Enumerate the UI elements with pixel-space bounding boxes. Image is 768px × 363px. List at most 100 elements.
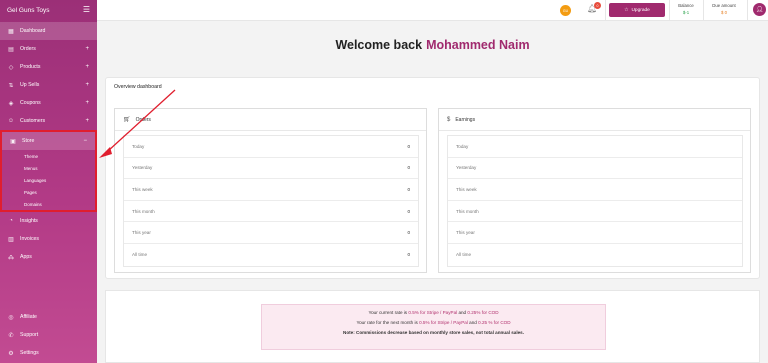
sidebar-item-support[interactable]: ✆ Support xyxy=(0,326,97,344)
earnings-row-label: Yesterday xyxy=(456,165,477,171)
sidebar-item-store[interactable]: ▣ Store − xyxy=(2,132,95,150)
sidebar-item-label: Up Sells xyxy=(20,82,40,88)
commission-info-box: Your current rate is 0.5% for Stripe / P… xyxy=(261,304,606,350)
star-icon: ☆ xyxy=(624,7,629,13)
earnings-row: This week xyxy=(448,179,742,201)
user-initials-avatar[interactable]: GU xyxy=(560,5,571,16)
sidebar-item-insights[interactable]: ◔ Insights xyxy=(0,212,97,230)
earnings-card-header: $ Earnings xyxy=(439,109,750,131)
orders-row-label: This week xyxy=(132,186,153,192)
next-rate-cod: 0.25 % for COD xyxy=(478,320,511,325)
welcome-text: Welcome back xyxy=(335,38,423,52)
hamburger-menu-icon[interactable]: ☰ xyxy=(83,6,90,14)
orders-row: Yesterday 0 xyxy=(124,158,418,180)
invoices-icon: ▥ xyxy=(8,236,14,243)
next-rate-stripe: 0.5% for Stripe / PayPal xyxy=(419,320,468,325)
earnings-row: All time xyxy=(448,244,742,266)
orders-row-value: 0 xyxy=(407,208,410,214)
earnings-row-label: This week xyxy=(456,186,477,192)
expand-plus-icon[interactable]: + xyxy=(85,82,89,88)
sidebar-item-dashboard[interactable]: ▦ Dashboard xyxy=(0,22,97,40)
orders-row: All time 0 xyxy=(124,244,418,266)
orders-row: Today 0 xyxy=(124,136,418,158)
sidebar-item-coupons[interactable]: ◈ Coupons + xyxy=(0,94,97,112)
balance-display: Balance $-1 xyxy=(673,3,699,15)
sidebar-item-label: Settings xyxy=(20,350,39,356)
earnings-stats-list: Today Yesterday This week This month This ye… xyxy=(447,135,743,267)
due-value: $ 0 xyxy=(721,10,727,15)
store-section-highlight: ▣ Store − Theme Menus Languages Pages Domains xyxy=(0,130,97,212)
upgrade-button[interactable]: ☆ Upgrade xyxy=(609,3,665,17)
orders-row-label: This year xyxy=(132,230,151,236)
sidebar-item-label: Affiliate xyxy=(20,314,37,320)
expand-plus-icon[interactable]: + xyxy=(85,100,89,106)
sidebar-item-label: Insights xyxy=(20,218,38,224)
sidebar-item-label: Apps xyxy=(20,254,32,260)
commission-note: Note: Commissions decrease based on mont… xyxy=(343,330,524,335)
affiliate-icon: ◎ xyxy=(8,314,14,321)
balance-value: $-1 xyxy=(682,10,690,15)
sidebar-item-products[interactable]: ◇ Products + xyxy=(0,58,97,76)
dashboard-icon: ▦ xyxy=(8,28,14,35)
sidebar-item-affiliate[interactable]: ◎ Affiliate xyxy=(0,308,97,326)
sidebar-item-apps[interactable]: ⁂ Apps xyxy=(0,248,97,266)
divider xyxy=(703,0,704,21)
divider xyxy=(747,0,748,21)
orders-card: 🛒︎ Orders Today 0 Yesterday 0 This week 0 This… xyxy=(114,108,427,273)
orders-row-value: 0 xyxy=(407,252,410,258)
sidebar-item-customers[interactable]: ☺ Customers + xyxy=(0,112,97,130)
earnings-card: $ Earnings Today Yesterday This week This m… xyxy=(438,108,751,273)
store-subitem-menus[interactable]: Menus xyxy=(2,162,95,174)
welcome-heading: Welcome back Mohammed Naim xyxy=(97,38,768,52)
earnings-row: Yesterday xyxy=(448,158,742,180)
store-subitem-theme[interactable]: Theme xyxy=(2,150,95,162)
sidebar-item-label: Store xyxy=(22,138,35,144)
orders-row-value: 0 xyxy=(407,230,410,236)
orders-row-label: All time xyxy=(132,252,148,258)
sidebar: Gel Guns Toys ☰ ▦ Dashboard ▤ Orders + ◇ Produ… xyxy=(0,0,97,363)
current-rate-and: and xyxy=(458,310,467,315)
apps-icon: ⁂ xyxy=(8,254,14,261)
store-subitem-pages[interactable]: Pages xyxy=(2,186,95,198)
sidebar-item-label: Dashboard xyxy=(20,28,46,34)
expand-plus-icon[interactable]: + xyxy=(85,46,89,52)
next-rate-text: Your rate for the next month is xyxy=(356,320,418,325)
settings-icon: ⚙ xyxy=(8,350,14,357)
orders-row-value: 0 xyxy=(407,143,410,149)
orders-row-label: This month xyxy=(132,208,155,214)
commission-panel: Your current rate is 0.5% for Stripe / P… xyxy=(105,290,760,363)
earnings-row-label: Today xyxy=(456,143,469,149)
sidebar-item-invoices[interactable]: ▥ Invoices xyxy=(0,230,97,248)
customers-icon: ☺ xyxy=(7,118,15,124)
sidebar-item-orders[interactable]: ▤ Orders + xyxy=(0,40,97,58)
due-amount-display: Due amount $ 0 xyxy=(707,3,741,15)
orders-row-value: 0 xyxy=(407,165,410,171)
expand-plus-icon[interactable]: + xyxy=(85,64,89,70)
orders-row: This year 0 xyxy=(124,222,418,244)
next-rate-line: Your rate for the next month is 0.5% for… xyxy=(262,320,605,325)
sidebar-item-label: Orders xyxy=(20,46,36,52)
support-icon: ✆ xyxy=(8,332,14,339)
expand-plus-icon[interactable]: − xyxy=(83,138,87,144)
products-icon: ◇ xyxy=(8,64,14,71)
sidebar-item-up-sells[interactable]: ⇅ Up Sells + xyxy=(0,76,97,94)
due-label: Due amount xyxy=(712,3,736,8)
orders-row: This week 0 xyxy=(124,179,418,201)
earnings-row: This year xyxy=(448,222,742,244)
earnings-row-label: This year xyxy=(456,230,475,236)
orders-row-label: Today xyxy=(132,143,145,149)
store-subitem-languages[interactable]: Languages xyxy=(2,174,95,186)
orders-card-header: 🛒︎ Orders xyxy=(115,109,426,131)
sidebar-item-settings[interactable]: ⚙ Settings xyxy=(0,344,97,362)
store-subitem-domains[interactable]: Domains xyxy=(2,198,95,210)
next-rate-and: and xyxy=(469,320,477,325)
orders-stats-list: Today 0 Yesterday 0 This week 0 This month 0 Thi… xyxy=(123,135,419,267)
current-rate-line: Your current rate is 0.5% for Stripe / P… xyxy=(262,310,605,315)
earnings-row: This month xyxy=(448,201,742,223)
expand-plus-icon[interactable]: + xyxy=(85,118,89,124)
profile-avatar-icon[interactable]: 👤︎ xyxy=(753,3,766,16)
orders-row: This month 0 xyxy=(124,201,418,223)
brand-bar: Gel Guns Toys ☰ xyxy=(0,0,97,20)
user-name: Mohammed Naim xyxy=(426,38,530,52)
insights-icon: ◔ xyxy=(9,218,13,224)
